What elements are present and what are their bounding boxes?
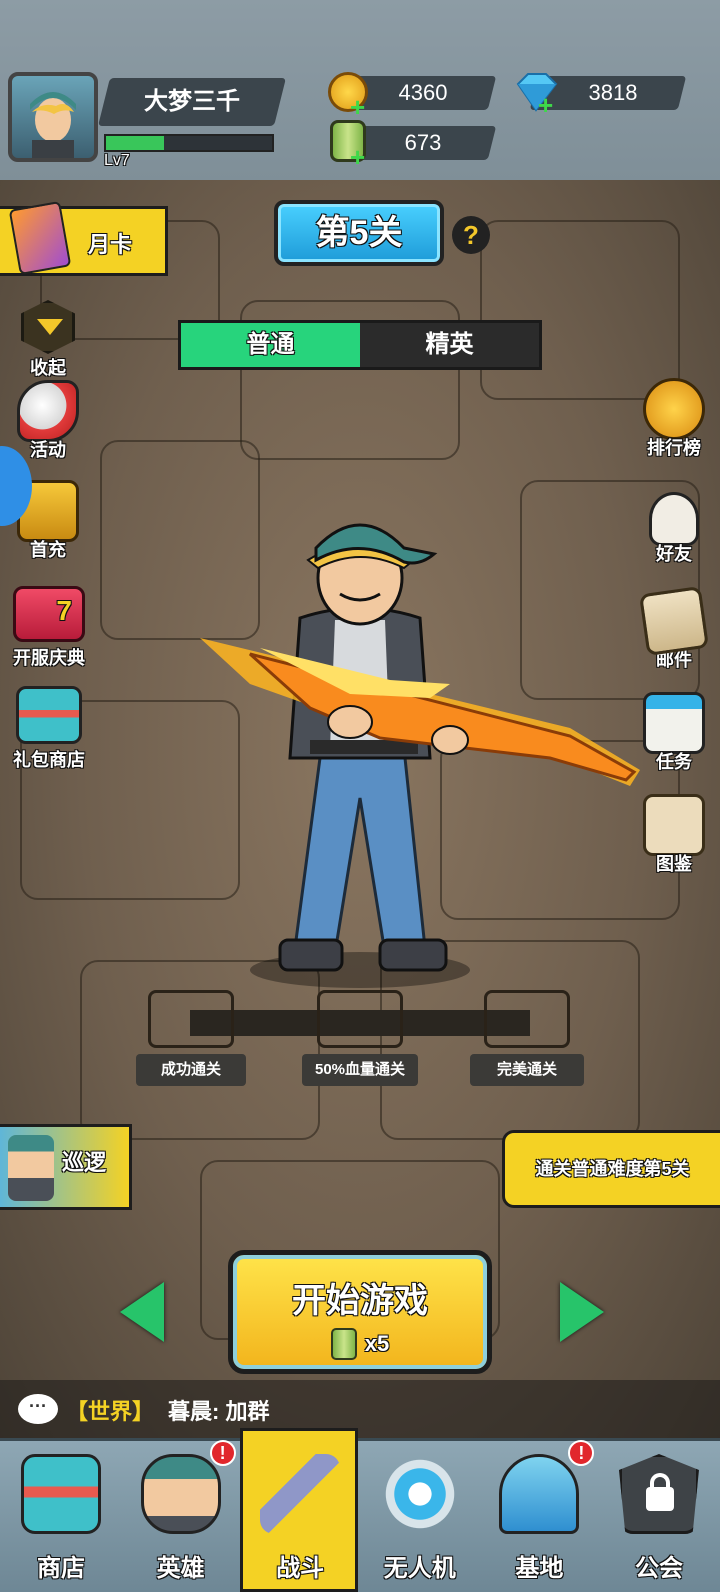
energy-value: 673 xyxy=(404,130,442,155)
rifle-icon xyxy=(260,1454,341,1534)
gift-shop-label: 礼包商店 xyxy=(13,750,85,770)
chat-bubble-icon: ··· xyxy=(18,1394,58,1424)
objective-banner: 通关普通难度第5关 xyxy=(502,1130,720,1208)
nav-shop[interactable]: 商店 xyxy=(2,1432,120,1592)
trophy-icon xyxy=(643,378,705,440)
xp-bar-fill xyxy=(106,136,165,150)
player-name: 大梦三千 xyxy=(144,88,240,115)
hero-portrait-icon xyxy=(30,92,76,158)
start-energy-cost: x5 xyxy=(364,1331,390,1356)
nav-guild[interactable]: 公会 xyxy=(600,1432,718,1592)
patrol-label: 巡逻 xyxy=(62,1150,107,1175)
start-game-label: 开始游戏 xyxy=(292,1282,428,1320)
lock-icon xyxy=(618,1454,699,1534)
hero-icon xyxy=(140,1454,221,1534)
player-avatar[interactable] xyxy=(8,72,98,162)
tab-elite-label: 精英 xyxy=(425,331,474,358)
world-chat-bar[interactable]: ··· 【世界】 暮晨: 加群 xyxy=(0,1380,720,1438)
events-button[interactable]: 活动 xyxy=(12,380,84,462)
chevron-down-icon xyxy=(21,300,75,354)
nav-hero[interactable]: 英雄 ! xyxy=(122,1432,240,1592)
help-icon: ? xyxy=(463,220,479,250)
megaphone-icon xyxy=(17,380,79,442)
friends-icon xyxy=(649,492,699,546)
calendar-icon xyxy=(643,692,705,754)
dome-base-icon xyxy=(499,1454,580,1534)
collapse-label: 收起 xyxy=(30,358,66,378)
nav-guild-label: 公会 xyxy=(634,1555,683,1582)
tab-elite[interactable]: 精英 xyxy=(360,323,539,367)
monthly-card-label: 月卡 xyxy=(88,232,133,257)
gift-shop-button[interactable]: 礼包商店 xyxy=(6,686,92,772)
energy-can-icon xyxy=(330,1328,357,1360)
nav-shop-label: 商店 xyxy=(37,1555,85,1582)
start-game-button[interactable]: 开始游戏 x5 xyxy=(228,1250,492,1374)
player-level: Lv7 xyxy=(104,152,130,169)
add-energy-icon[interactable]: + xyxy=(350,142,365,173)
celebration-day-badge: 7 xyxy=(56,595,72,626)
hero-character xyxy=(190,508,650,998)
leaderboard-button[interactable]: 排行榜 xyxy=(634,378,714,460)
chat-channel: 【世界】 xyxy=(66,1399,155,1424)
monthly-card-icon xyxy=(8,200,72,276)
add-gold-icon[interactable]: + xyxy=(350,92,365,123)
notification-badge: ! xyxy=(209,1440,236,1466)
shop-icon xyxy=(16,686,82,744)
reward-chest-perfect[interactable]: 完美通关 xyxy=(470,990,584,1086)
prev-stage-button[interactable] xyxy=(120,1282,164,1342)
shop-icon xyxy=(21,1454,101,1534)
first-recharge-label: 首充 xyxy=(30,540,66,560)
stage-title-plate: 第5关 xyxy=(274,200,444,266)
brown-chest-icon xyxy=(148,990,234,1048)
patrol-hero-icon xyxy=(8,1135,54,1201)
reward-perfect-label: 完美通关 xyxy=(470,1054,584,1086)
nav-drone-label: 无人机 xyxy=(383,1555,456,1582)
notification-badge: ! xyxy=(568,1440,595,1466)
tab-normal-label: 普通 xyxy=(246,331,295,358)
xp-bar xyxy=(104,134,274,152)
nav-hero-label: 英雄 xyxy=(156,1555,205,1582)
patrol-button[interactable]: 巡逻 xyxy=(0,1124,132,1210)
bottom-nav-items: 商店 英雄 ! 战斗 无人机 基地 ! 公会 xyxy=(2,1432,718,1592)
help-button[interactable]: ? xyxy=(452,216,490,254)
add-diamond-icon[interactable]: + xyxy=(538,90,553,121)
tab-normal[interactable]: 普通 xyxy=(181,323,360,367)
reward-success-label: 成功通关 xyxy=(136,1054,246,1086)
leaderboard-label: 排行榜 xyxy=(647,438,701,458)
collapse-button[interactable]: 收起 xyxy=(12,300,84,380)
reward-half-hp-label: 50%血量通关 xyxy=(302,1054,418,1086)
objective-text: 通关普通难度第5关 xyxy=(535,1159,690,1179)
chat-message: 暮晨: 加群 xyxy=(168,1399,270,1424)
next-stage-button[interactable] xyxy=(560,1282,604,1342)
launch-celebration-button[interactable]: 7 开服庆典 xyxy=(6,586,92,670)
difficulty-tabs: 普通 精英 xyxy=(178,320,542,370)
nav-battle[interactable]: 战斗 xyxy=(241,1432,359,1592)
player-name-plate: 大梦三千 xyxy=(98,78,286,126)
launch-celebration-label: 开服庆典 xyxy=(13,648,85,668)
drone-icon xyxy=(379,1454,460,1534)
reward-chest-success[interactable]: 成功通关 xyxy=(136,990,246,1086)
book-icon xyxy=(643,794,705,856)
stage-title: 第5关 xyxy=(315,214,403,252)
nav-drone[interactable]: 无人机 xyxy=(361,1432,479,1592)
reward-chest-half-hp[interactable]: 50%血量通关 xyxy=(302,990,418,1086)
nav-base-label: 基地 xyxy=(515,1555,564,1582)
gift-box-icon: 7 xyxy=(13,586,85,642)
nav-battle-label: 战斗 xyxy=(276,1555,325,1582)
teal-chest-icon xyxy=(317,990,403,1048)
monthly-card-button[interactable]: 月卡 xyxy=(0,200,168,276)
gold-chest-icon xyxy=(484,990,570,1048)
nav-base[interactable]: 基地 ! xyxy=(480,1432,598,1592)
